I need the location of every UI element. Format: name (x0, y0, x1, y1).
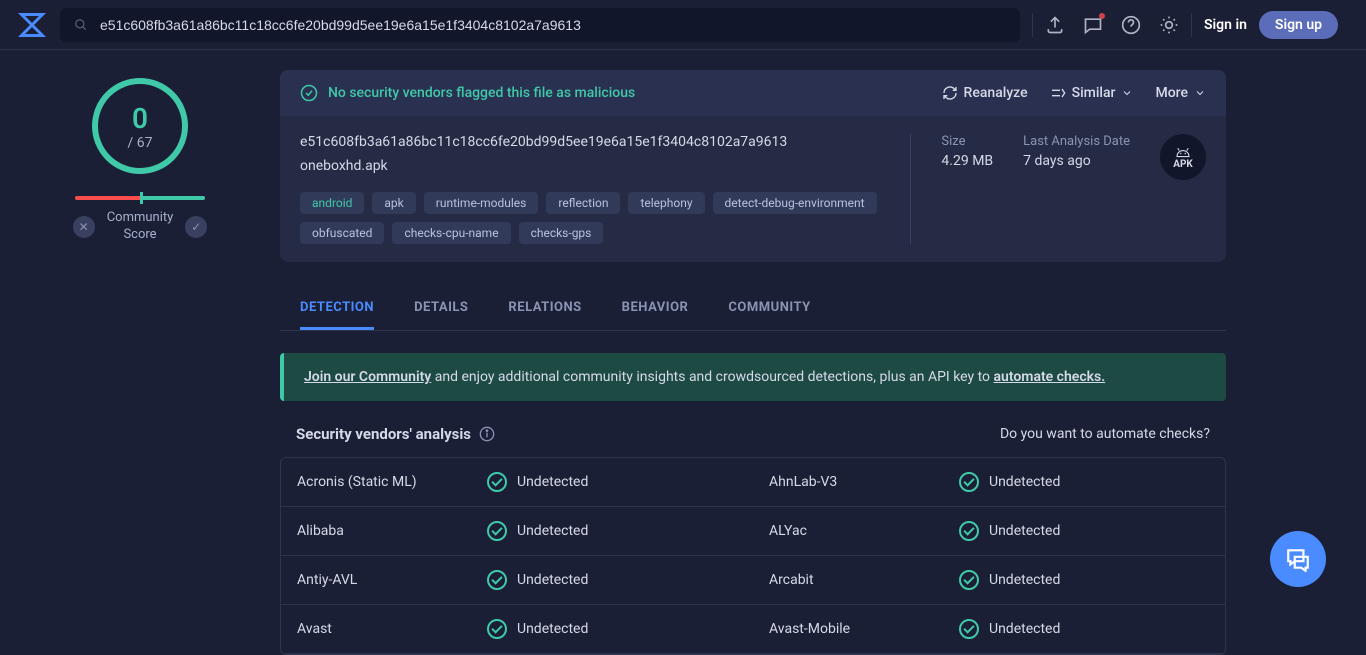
vendor-cell: AhnLab-V3Undetected (753, 458, 1225, 506)
size-value: 4.29 MB (941, 153, 993, 169)
vendor-row: AlibabaUndetectedALYacUndetected (281, 507, 1225, 556)
vendor-status: Undetected (487, 472, 588, 492)
tag-telephony[interactable]: telephony (628, 192, 704, 214)
score-total: / 67 (128, 135, 153, 151)
signup-button[interactable]: Sign up (1259, 11, 1338, 39)
vendor-cell: Acronis (Static ML)Undetected (281, 458, 753, 506)
check-icon (487, 619, 507, 639)
vendor-row: AvastUndetectedAvast-MobileUndetected (281, 605, 1225, 654)
check-icon (487, 472, 507, 492)
signin-link[interactable]: Sign in (1204, 17, 1247, 33)
vendor-name: Avast (297, 621, 487, 637)
similar-icon (1050, 85, 1066, 101)
tab-relations[interactable]: RELATIONS (508, 288, 581, 330)
join-community-link[interactable]: Join our Community (304, 369, 431, 385)
vendor-status: Undetected (959, 472, 1060, 492)
file-hash: e51c608fb3a61a86bc11c18cc6fe20bd99d5ee19… (300, 134, 880, 150)
comment-icon[interactable] (1083, 15, 1103, 35)
check-icon (959, 570, 979, 590)
size-label: Size (941, 134, 993, 149)
more-button[interactable]: More (1155, 85, 1206, 101)
vote-negative-icon[interactable]: ✕ (73, 216, 95, 238)
vendor-status: Undetected (959, 619, 1060, 639)
check-icon (959, 619, 979, 639)
tab-detection[interactable]: DETECTION (300, 288, 374, 330)
vote-positive-icon[interactable]: ✓ (185, 216, 207, 238)
vendor-name: Alibaba (297, 523, 487, 539)
community-score-label: Community Score (107, 210, 174, 244)
similar-button[interactable]: Similar (1050, 85, 1134, 101)
tag-detect-debug-environment[interactable]: detect-debug-environment (713, 192, 877, 214)
vendor-cell: ArcabitUndetected (753, 556, 1225, 604)
vendor-name: Avast-Mobile (769, 621, 959, 637)
divider (1032, 13, 1033, 37)
refresh-icon (942, 85, 958, 101)
score-detected: 0 (132, 102, 148, 135)
info-icon[interactable] (479, 426, 495, 442)
check-circle-icon (300, 84, 318, 102)
vendor-name: Arcabit (769, 572, 959, 588)
community-gauge (75, 196, 205, 200)
search-bar (60, 8, 1020, 42)
tag-runtime-modules[interactable]: runtime-modules (424, 192, 539, 214)
chat-fab[interactable] (1270, 531, 1326, 587)
community-banner: Join our Community and enjoy additional … (280, 353, 1226, 401)
vendor-name: ALYac (769, 523, 959, 539)
vendor-cell: AvastUndetected (281, 605, 753, 653)
vendor-cell: ALYacUndetected (753, 507, 1225, 555)
vendor-status: Undetected (487, 521, 588, 541)
vendor-name: AhnLab-V3 (769, 474, 959, 490)
tag-obfuscated[interactable]: obfuscated (300, 222, 384, 244)
gauge-tick (140, 192, 143, 204)
check-icon (487, 521, 507, 541)
tag-checks-cpu-name[interactable]: checks-cpu-name (392, 222, 510, 244)
upload-icon[interactable] (1045, 15, 1065, 35)
vendor-status: Undetected (959, 521, 1060, 541)
automate-checks-link[interactable]: automate checks. (994, 369, 1106, 385)
vendor-name: Antiy-AVL (297, 572, 487, 588)
file-info-card: No security vendors flagged this file as… (280, 70, 1226, 262)
filetype-badge: APK (1160, 134, 1206, 180)
vendor-row: Antiy-AVLUndetectedArcabitUndetected (281, 556, 1225, 605)
vendor-status: Undetected (959, 570, 1060, 590)
chat-icon (1285, 546, 1311, 572)
tag-android[interactable]: android (300, 192, 364, 214)
vendor-status: Undetected (487, 619, 588, 639)
vendor-name: Acronis (Static ML) (297, 474, 487, 490)
flag-status-text: No security vendors flagged this file as… (328, 85, 635, 101)
vendor-cell: Antiy-AVLUndetected (281, 556, 753, 604)
banner-text: and enjoy additional community insights … (431, 369, 993, 385)
tag-checks-gps[interactable]: checks-gps (519, 222, 604, 244)
tab-behavior[interactable]: BEHAVIOR (622, 288, 689, 330)
vendor-row: Acronis (Static ML)UndetectedAhnLab-V3Un… (281, 458, 1225, 507)
vendor-cell: AlibabaUndetected (281, 507, 753, 555)
tag-apk[interactable]: apk (372, 192, 415, 214)
date-label: Last Analysis Date (1023, 134, 1130, 149)
vendor-status: Undetected (487, 570, 588, 590)
logo[interactable] (16, 9, 48, 41)
analysis-title: Security vendors' analysis (296, 425, 471, 443)
tab-community[interactable]: COMMUNITY (728, 288, 810, 330)
reanalyze-button[interactable]: Reanalyze (942, 85, 1028, 101)
chevron-down-icon (1121, 87, 1133, 99)
date-value: 7 days ago (1023, 153, 1130, 169)
file-name: oneboxhd.apk (300, 158, 880, 174)
check-icon (959, 472, 979, 492)
notification-dot (1099, 13, 1105, 19)
check-icon (487, 570, 507, 590)
vendor-cell: Avast-MobileUndetected (753, 605, 1225, 653)
divider (1191, 13, 1192, 37)
android-icon (1174, 145, 1192, 159)
help-icon[interactable] (1121, 15, 1141, 35)
search-input[interactable] (100, 17, 1006, 33)
chevron-down-icon (1194, 87, 1206, 99)
theme-icon[interactable] (1159, 15, 1179, 35)
tab-details[interactable]: DETAILS (414, 288, 468, 330)
search-icon (74, 18, 88, 32)
detection-score-ring: 0 / 67 (92, 78, 188, 174)
tag-reflection[interactable]: reflection (546, 192, 620, 214)
check-icon (959, 521, 979, 541)
automate-prompt[interactable]: Do you want to automate checks? (1000, 426, 1210, 442)
